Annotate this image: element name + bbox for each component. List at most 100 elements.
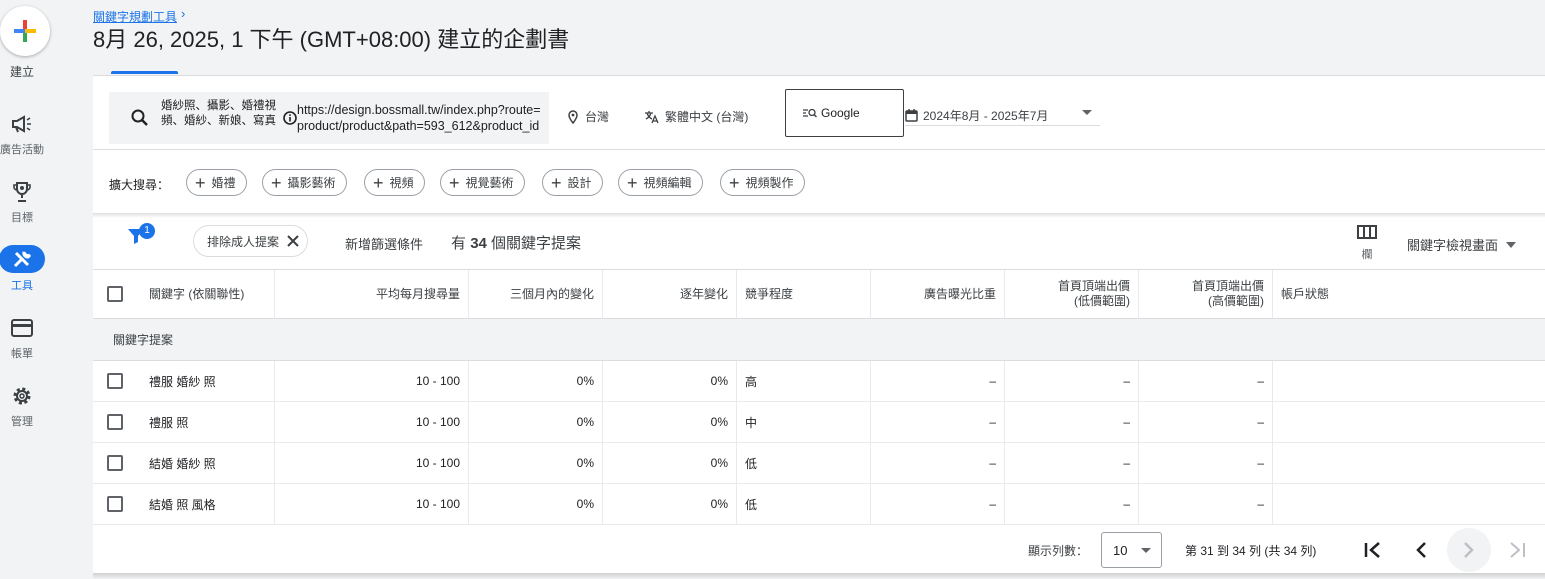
first-page-button[interactable]	[1351, 528, 1395, 572]
row-checkbox[interactable]	[107, 455, 123, 471]
expand-chip[interactable]: + 視頻編輯	[618, 169, 703, 196]
row-checkbox[interactable]	[107, 414, 123, 430]
row-select-cell	[93, 484, 137, 524]
expand-chip[interactable]: + 攝影藝術	[262, 169, 347, 196]
cell-keyword[interactable]: 結婚 照 風格	[141, 484, 275, 524]
page-title: 8月 26, 2025, 1 下午 (GMT+08:00) 建立的企劃書	[93, 27, 570, 52]
row-select-cell	[93, 361, 137, 401]
divider	[93, 149, 1545, 150]
last-page-button[interactable]	[1495, 528, 1539, 572]
header-avg-searches[interactable]: 平均每月搜尋量	[275, 270, 469, 318]
cell-impression-share: –	[871, 402, 1005, 442]
info-icon[interactable]	[283, 111, 297, 125]
count-value: 34	[470, 235, 487, 252]
header-three-month-change[interactable]: 三個月內的變化	[469, 270, 603, 318]
dropdown-arrow-icon	[1506, 241, 1517, 248]
last-page-icon	[1510, 542, 1525, 558]
active-tab-indicator	[111, 71, 178, 74]
cell-keyword[interactable]: 禮服 照	[141, 402, 275, 442]
cell-bid-high: –	[1139, 402, 1273, 442]
page-range-text: 第 31 到 34 列 (共 34 列)	[1185, 544, 1317, 558]
trophy-icon	[0, 179, 44, 205]
group-header-keyword-ideas: 關鍵字提案	[93, 319, 1545, 361]
expand-chip[interactable]: + 視覺藝術	[440, 169, 525, 196]
header-keyword[interactable]: 關鍵字 (依關聯性)	[141, 270, 275, 318]
close-icon[interactable]	[287, 235, 299, 247]
plus-icon: +	[729, 172, 740, 193]
nav-label: 管理	[11, 416, 33, 428]
cell-three-month-change: 0%	[469, 361, 603, 401]
expand-search-label: 擴大搜尋：	[109, 178, 170, 192]
expand-chip[interactable]: + 婚禮	[186, 169, 247, 196]
add-filter-button[interactable]: 新增篩選條件	[345, 234, 423, 253]
cell-competition: 低	[737, 443, 871, 483]
chip-label: 排除成人提案	[207, 234, 280, 249]
header-yoy-change[interactable]: 逐年變化	[603, 270, 737, 318]
cell-avg-searches: 10 - 100	[275, 443, 469, 483]
cell-bid-high: –	[1139, 443, 1273, 483]
next-page-button[interactable]	[1447, 528, 1491, 572]
nav-billing[interactable]: 帳單	[0, 315, 44, 361]
keyword-view-select[interactable]: 關鍵字檢視畫面	[1407, 235, 1517, 254]
nav-goals[interactable]: 目標	[0, 179, 44, 225]
columns-label: 欄	[1361, 249, 1373, 261]
expand-chip[interactable]: + 視頻製作	[720, 169, 805, 196]
select-all-checkbox[interactable]	[107, 286, 123, 302]
section-shadow	[93, 213, 1545, 218]
plus-icon: +	[627, 172, 638, 193]
location-pin-icon	[568, 109, 578, 124]
chip-label: 攝影藝術	[287, 176, 336, 190]
cell-competition: 高	[737, 361, 871, 401]
cell-bid-low: –	[1005, 361, 1139, 401]
cell-three-month-change: 0%	[469, 402, 603, 442]
select-all-cell	[93, 270, 137, 318]
keyword-search-box[interactable]: 婚紗照、攝影、婚禮視頻、婚紗、新娘、寫真 https://design.boss…	[109, 92, 549, 144]
keyword-ideas-panel: 婚紗照、攝影、婚禮視頻、婚紗、新娘、寫真 https://design.boss…	[93, 75, 1545, 575]
nav-label: 帳單	[11, 348, 33, 360]
chip-label: 視頻	[389, 176, 414, 190]
chevron-left-icon	[1416, 542, 1426, 558]
plus-icon: +	[195, 172, 206, 193]
row-checkbox[interactable]	[107, 496, 123, 512]
expand-chip[interactable]: + 設計	[542, 169, 603, 196]
pagination-bar: 顯示列數： 10 第 31 到 34 列 (共 34 列)	[93, 524, 1545, 574]
exclude-adult-chip[interactable]: 排除成人提案	[193, 225, 309, 257]
plus-icon: +	[551, 172, 562, 193]
cell-impression-share: –	[871, 484, 1005, 524]
row-checkbox[interactable]	[107, 373, 123, 389]
search-network-filter[interactable]: Google	[785, 89, 904, 137]
header-bid-low[interactable]: 首頁頂端出價 (低價範圍)	[1005, 270, 1139, 318]
table-row: 結婚 照 風格 10 - 100 0% 0% 低 – – –	[93, 484, 1545, 525]
expand-chip[interactable]: + 視頻	[364, 169, 425, 196]
cell-competition: 低	[737, 484, 871, 524]
count-prefix: 有	[451, 235, 467, 252]
date-range-select[interactable]: 2024年8月 - 2025年7月	[905, 105, 1100, 126]
network-label: Google	[821, 106, 860, 120]
nav-admin[interactable]: 管理	[0, 383, 44, 429]
chip-label: 視頻編輯	[643, 176, 692, 190]
row-select-cell	[93, 402, 137, 442]
header-competition[interactable]: 競爭程度	[737, 270, 871, 318]
header-impression-share[interactable]: 廣告曝光比重	[871, 270, 1005, 318]
header-account-status[interactable]: 帳戶狀態	[1273, 270, 1545, 318]
previous-page-button[interactable]	[1399, 528, 1443, 572]
cell-keyword[interactable]: 結婚 婚紗 照	[141, 443, 275, 483]
columns-button[interactable]: 欄	[1356, 225, 1378, 262]
nav-label: 廣告活動	[0, 144, 44, 156]
rows-per-page-select[interactable]: 10	[1101, 532, 1162, 568]
view-label: 關鍵字檢視畫面	[1407, 238, 1499, 253]
nav-label: 目標	[11, 212, 33, 224]
header-bid-high[interactable]: 首頁頂端出價 (高價範圍)	[1139, 270, 1273, 318]
nav-campaigns[interactable]: 廣告活動	[0, 111, 44, 157]
cell-avg-searches: 10 - 100	[275, 484, 469, 524]
location-filter[interactable]: 台灣	[567, 108, 609, 125]
table-row: 結婚 婚紗 照 10 - 100 0% 0% 低 – – –	[93, 443, 1545, 484]
create-button[interactable]	[0, 6, 50, 56]
cell-impression-share: –	[871, 361, 1005, 401]
cell-keyword[interactable]: 禮服 婚紗 照	[141, 361, 275, 401]
plus-icon	[14, 20, 36, 42]
nav-tools[interactable]: 工具	[0, 245, 45, 293]
cell-bid-high: –	[1139, 361, 1273, 401]
cell-avg-searches: 10 - 100	[275, 402, 469, 442]
language-filter[interactable]: 繁體中文 (台灣)	[644, 108, 748, 125]
